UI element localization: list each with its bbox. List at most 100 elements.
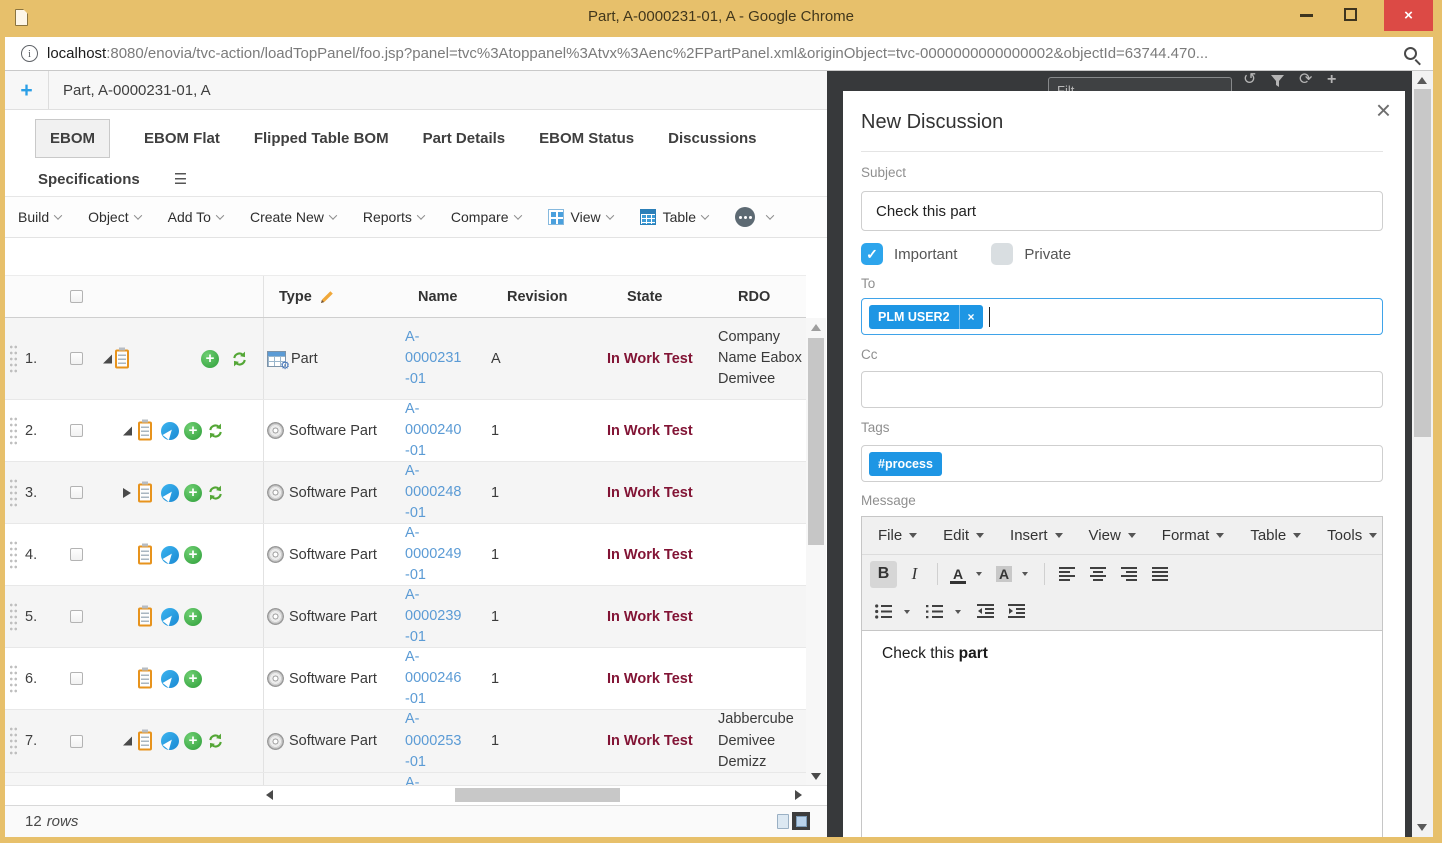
- row-checkbox[interactable]: [70, 548, 83, 561]
- remove-recipient-icon[interactable]: ×: [959, 305, 983, 329]
- filter-input[interactable]: [1048, 77, 1232, 91]
- column-header-type[interactable]: Type: [279, 289, 312, 305]
- message-body[interactable]: Check this part: [862, 631, 1382, 837]
- filter-funnel-icon[interactable]: [1271, 75, 1284, 91]
- view-menu[interactable]: View: [548, 209, 613, 225]
- clipboard-icon[interactable]: [138, 545, 152, 564]
- name-link[interactable]: A-0000248-01: [405, 461, 461, 524]
- tree-expander-icon[interactable]: [123, 426, 132, 435]
- drag-handle[interactable]: [9, 602, 18, 632]
- column-header-name[interactable]: Name: [403, 276, 487, 317]
- scrollbar-thumb[interactable]: [455, 788, 620, 802]
- close-dialog-icon[interactable]: ×: [1376, 97, 1391, 123]
- background-color-button[interactable]: A: [993, 562, 1015, 586]
- tree-expander-icon[interactable]: [123, 737, 132, 746]
- numbered-list-caret[interactable]: [955, 610, 961, 614]
- toolbar-menu[interactable]: Reports: [363, 209, 424, 225]
- tab[interactable]: Flipped Table BOM: [254, 120, 389, 157]
- name-link[interactable]: A-0000249-01: [405, 523, 461, 586]
- page-vertical-scrollbar[interactable]: [1412, 71, 1433, 837]
- navigate-structure-icon[interactable]: [161, 608, 179, 626]
- clipboard-icon[interactable]: [138, 483, 152, 502]
- editor-menu[interactable]: Insert: [1010, 527, 1063, 544]
- editor-menu[interactable]: Edit: [943, 527, 984, 544]
- scrollbar-thumb[interactable]: [1414, 89, 1431, 437]
- replace-refresh-icon[interactable]: [207, 422, 224, 439]
- name-link[interactable]: A-0000253-01: [405, 709, 461, 772]
- drag-handle[interactable]: [9, 540, 18, 570]
- column-header-state[interactable]: State: [607, 276, 718, 317]
- close-window-button[interactable]: ×: [1384, 0, 1433, 31]
- editor-menu[interactable]: Format: [1162, 527, 1225, 544]
- toolbar-menu[interactable]: Object: [88, 209, 140, 225]
- replace-refresh-icon[interactable]: [207, 484, 224, 501]
- name-link[interactable]: A-0000239-01: [405, 585, 461, 648]
- add-row-icon[interactable]: +: [184, 608, 202, 626]
- scroll-down-arrow[interactable]: [811, 773, 821, 780]
- add-row-icon[interactable]: +: [201, 350, 219, 368]
- more-actions-menu[interactable]: [735, 207, 773, 227]
- row-checkbox[interactable]: [70, 352, 83, 365]
- add-row-icon[interactable]: +: [184, 546, 202, 564]
- bullet-list-button[interactable]: [870, 598, 897, 625]
- maximize-button[interactable]: [1344, 8, 1357, 21]
- important-checkbox[interactable]: ✓: [861, 243, 883, 265]
- scroll-up-arrow[interactable]: [811, 324, 821, 331]
- minimize-button[interactable]: [1300, 14, 1313, 17]
- toolbar-menu[interactable]: Compare: [451, 209, 521, 225]
- row-checkbox[interactable]: [70, 486, 83, 499]
- clipboard-icon[interactable]: [138, 669, 152, 688]
- address-text[interactable]: localhost:8080/enovia/tvc-action/loadTop…: [47, 45, 1394, 62]
- add-row-icon[interactable]: +: [184, 484, 202, 502]
- tags-input[interactable]: #process: [861, 445, 1383, 482]
- align-center-button[interactable]: [1085, 561, 1112, 588]
- tab[interactable]: EBOM Status: [539, 120, 634, 157]
- indent-button[interactable]: [1003, 598, 1030, 625]
- drag-handle[interactable]: [9, 726, 18, 756]
- site-info-icon[interactable]: i: [21, 45, 38, 62]
- scrollbar-thumb[interactable]: [808, 338, 824, 545]
- row-checkbox[interactable]: [70, 424, 83, 437]
- scroll-left-arrow[interactable]: [266, 790, 273, 800]
- clipboard-icon[interactable]: [138, 732, 152, 751]
- clipboard-icon[interactable]: [138, 421, 152, 440]
- row-checkbox[interactable]: [70, 672, 83, 685]
- tab[interactable]: EBOM Flat: [144, 120, 220, 157]
- table-vertical-scrollbar[interactable]: [806, 318, 826, 785]
- outdent-button[interactable]: [972, 598, 999, 625]
- numbered-list-button[interactable]: [921, 598, 948, 625]
- tab-overflow-menu-icon[interactable]: ☰: [174, 170, 187, 188]
- navigate-structure-icon[interactable]: [161, 546, 179, 564]
- toolbar-menu[interactable]: Create New: [250, 209, 336, 225]
- add-tab-icon[interactable]: +: [5, 71, 49, 109]
- name-link[interactable]: A-0000246-01: [405, 647, 461, 710]
- column-header-rdo[interactable]: RDO: [718, 276, 806, 317]
- background-color-caret[interactable]: [1022, 572, 1028, 576]
- editor-menu[interactable]: View: [1089, 527, 1136, 544]
- maximize-table-icon[interactable]: [792, 812, 810, 830]
- scroll-up-arrow[interactable]: [1417, 77, 1427, 84]
- name-link[interactable]: A-0000231-01: [405, 327, 461, 390]
- bold-button[interactable]: B: [870, 561, 897, 588]
- add-discussion-icon[interactable]: +: [1327, 72, 1336, 88]
- navigate-structure-icon[interactable]: [161, 484, 179, 502]
- add-row-icon[interactable]: +: [184, 732, 202, 750]
- drag-handle[interactable]: [9, 344, 18, 374]
- navigate-structure-icon[interactable]: [161, 422, 179, 440]
- drag-handle[interactable]: [9, 416, 18, 446]
- editor-menu[interactable]: Table: [1250, 527, 1301, 544]
- align-left-button[interactable]: [1054, 561, 1081, 588]
- subject-input[interactable]: Check this part: [861, 191, 1383, 231]
- edit-pencil-icon[interactable]: [320, 290, 334, 304]
- url-bar[interactable]: i localhost:8080/enovia/tvc-action/loadT…: [5, 37, 1433, 71]
- private-checkbox[interactable]: [991, 243, 1013, 265]
- drag-handle[interactable]: [9, 664, 18, 694]
- to-input[interactable]: PLM USER2×: [861, 298, 1383, 335]
- clipboard-icon[interactable]: [138, 607, 152, 626]
- tab-specifications[interactable]: Specifications: [38, 161, 140, 198]
- align-right-button[interactable]: [1116, 561, 1143, 588]
- scroll-right-arrow[interactable]: [795, 790, 802, 800]
- editor-menu[interactable]: Tools: [1327, 527, 1377, 544]
- tab[interactable]: EBOM: [35, 119, 110, 158]
- name-link[interactable]: A-0000240-01: [405, 399, 461, 462]
